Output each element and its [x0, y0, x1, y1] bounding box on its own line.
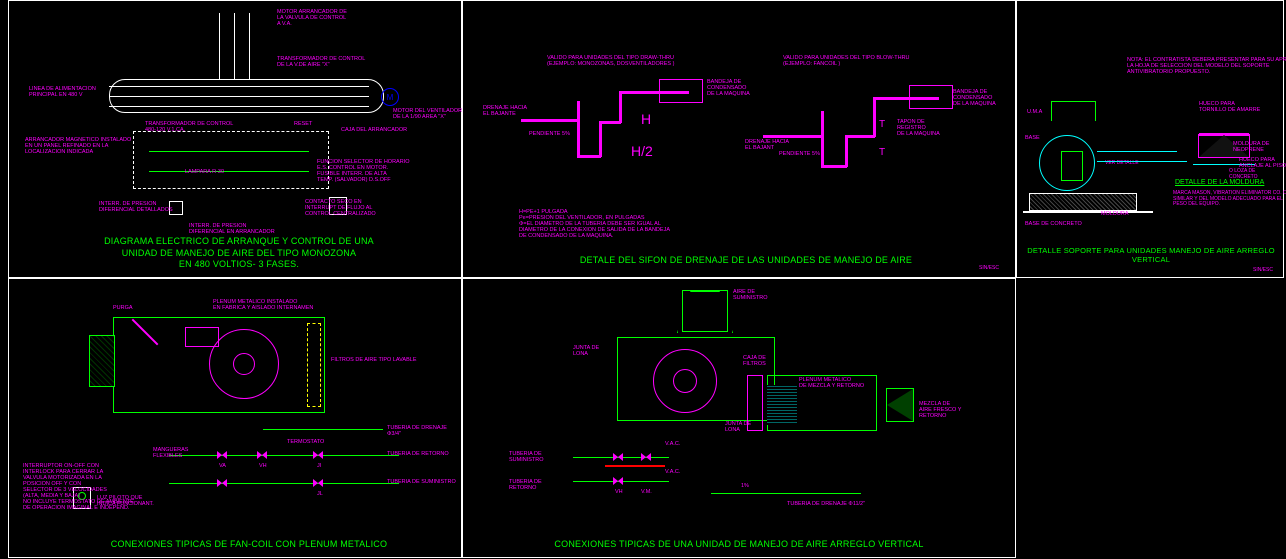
- p5-a4: JUNTA DE LONA: [725, 421, 751, 433]
- p1-a1: MOTOR ARRANCADOR DE LA VALVULA DE CONTRO…: [277, 9, 347, 27]
- p5-a2: JUNTA DE LONA: [573, 345, 599, 357]
- p3-a5: MOLDURA DE NEOPRENE: [1233, 141, 1283, 153]
- concrete-base: [1029, 193, 1137, 211]
- p3-a8: BASE DE CONCRETO: [1025, 221, 1082, 227]
- p2-a5: BANDEJA DE CONDENSADO DE LA MAQUINA: [707, 79, 750, 97]
- p4-a6: TERMOSTATO: [287, 439, 324, 445]
- panel2-title: DETALE DEL SIFON DE DRENAJE DE LAS UNIDA…: [511, 255, 981, 267]
- p3-a4: HUECO PARA TORNILLO DE AMARRE: [1199, 101, 1260, 113]
- p2-h2: H/2: [631, 143, 653, 159]
- p4-a3: FILTROS DE AIRE TIPO LAVABLE: [331, 357, 416, 363]
- p1-a13: INTERR. DE PRESION DIFERENCIAL EN ARRANC…: [189, 223, 275, 235]
- panel1-title-l1: DIAGRAMA ELECTRICO DE ARRANQUE Y CONTROL…: [104, 236, 374, 246]
- p5-a6: MEZCLA DE AIRE FRESCO Y RETORNO: [919, 401, 961, 419]
- p5-a7: V.A.C.: [665, 441, 680, 447]
- p4-a4: TUBERIA DE DRENAJE Φ3/4": [387, 425, 461, 437]
- panel3-scale: SIN/ESC: [1253, 267, 1273, 273]
- p1-a2: TRANSFORMADOR DE CONTROL DE LA V.DE AIRE…: [277, 56, 365, 68]
- p4-a11: TUBERIA DE RETORNO: [387, 451, 449, 457]
- panel3-title: DETALLE SOPORTE PARA UNIDADES MANEJO DE …: [1021, 246, 1281, 266]
- p4-a2: PLENUM METALICO INSTALADO EN FABRICA Y A…: [213, 299, 313, 311]
- p4-a9: JI: [317, 463, 321, 469]
- p2-a7: DRENAJE HACIA EL BAJANT: [745, 139, 789, 151]
- p2-a2: VALIDO PARA UNIDADES DEL TIPO BLOW-THRU …: [783, 55, 910, 67]
- panel-empty: [1016, 278, 1284, 558]
- p5-a12: TUBERIA DE RETORNO: [509, 479, 542, 491]
- p4-a12: TUBERIA DE SUMINISTRO: [387, 479, 456, 485]
- p1-a7: CAJA DEL ARRANCADOR: [341, 127, 407, 133]
- p5-a13: 1%: [741, 483, 749, 489]
- p4-a1: PURGA: [113, 305, 133, 311]
- p5-a11: TUBERIA DE SUMINISTRO: [509, 451, 544, 463]
- p2-a8: PENDIENTE 5%: [779, 151, 820, 157]
- p2-a3: DRENAJE HACIA EL BAJANTE: [483, 105, 527, 117]
- p2-a9: BANDEJA DE CONDENSADO DE LA MAQUINA: [953, 89, 996, 107]
- p5-a8: V.A.C.: [665, 469, 680, 475]
- p5-a1: AIRE DE SUMINISTRO: [733, 289, 768, 301]
- p3-a10: MARCA MASON, VIBRATION ELIMINATOR CO. O …: [1173, 191, 1286, 208]
- p1-a9: LAMPARA R-30: [185, 169, 224, 175]
- p1-a12: CONTACTO SECO EN INTERRUPT DE FLUJO AL C…: [305, 199, 376, 217]
- p1-a10: FUNCION SELECTOR DE HORARIO E.S. CONTROL…: [317, 159, 410, 183]
- p5-a14: TUBERIA DE DRENAJE Φ11/2": [787, 501, 865, 507]
- p1-a8: ARRANCADOR MAGNETICO INSTALADO EN UN PAN…: [25, 137, 131, 155]
- panel1-title-l2: UNIDAD DE MANEJO DE AIRE DEL TIPO MONOZO…: [122, 248, 356, 258]
- p2-a4: PENDIENTE 5%: [529, 131, 570, 137]
- p3-a11: O LOZA DE CONCRETO: [1229, 169, 1283, 180]
- panel-siphon-detail: DETALE DEL SIFON DE DRENAJE DE LAS UNIDA…: [462, 0, 1016, 278]
- panel-electrical-diagram: DIAGRAMA ELECTRICO DE ARRANQUE Y CONTROL…: [8, 0, 462, 278]
- p5-a3: CAJA DE FILTROS: [743, 355, 766, 367]
- p1-a6: RESET: [294, 121, 312, 127]
- p5-a9: VH: [615, 489, 623, 495]
- motor-label: M: [387, 93, 394, 102]
- p2-a6: TAPON DE REGISTRO DE LA MAQUINA: [897, 119, 940, 137]
- p1-a5: TRANSFORMADOR DE CONTROL 480-120 V.1.CA.: [145, 121, 233, 133]
- p2-h: H: [641, 111, 651, 127]
- panel4-title: CONEXIONES TIPICAS DE FAN-COIL CON PLENU…: [99, 539, 399, 551]
- p2-a1: VALIDO PARA UNIDADES DEL TIPO DRAW-THRU …: [547, 55, 674, 67]
- panel-uma-vertical: CONEXIONES TIPICAS DE UNA UNIDAD DE MANE…: [462, 278, 1016, 558]
- motor-symbol: M: [381, 88, 399, 106]
- panel-support-detail: DETALLE SOPORTE PARA UNIDADES MANEJO DE …: [1016, 0, 1284, 278]
- p4-a14: LUZ PILOTO QUE INDICA FUNCIONANT.: [97, 495, 154, 507]
- p4-a10: JL: [317, 491, 323, 497]
- p2-t: T: [879, 119, 885, 130]
- panel5-title: CONEXIONES TIPICAS DE UNA UNIDAD DE MANE…: [519, 539, 959, 551]
- p1-a4: MOTOR DEL VENTILADOR DE LA 1/90 AREA "X": [393, 108, 462, 120]
- filters: [307, 323, 321, 407]
- panel1-title: DIAGRAMA ELECTRICO DE ARRANQUE Y CONTROL…: [69, 236, 409, 271]
- p4-a7: VA: [219, 463, 226, 469]
- p3-a2: U.M.A: [1027, 109, 1042, 115]
- p2-tt: T: [879, 147, 885, 158]
- p3-a3: BASE: [1025, 135, 1040, 141]
- p4-a5: MANGUERAS FLEXIBLES: [153, 447, 188, 459]
- p1-a3: LINEA DE ALIMENTACION PRINCIPAL EN 480 V: [29, 86, 96, 98]
- panel1-title-l3: EN 480 VOLTIOS- 3 FASES.: [179, 259, 299, 269]
- panel2-scale: SIN/ESC: [979, 265, 999, 271]
- panel-fancoil-connections: CONEXIONES TIPICAS DE FAN-COIL CON PLENU…: [8, 278, 462, 558]
- p4-a8: VH: [259, 463, 267, 469]
- p1-a11: INTERR. DE PRESION DIFERENCIAL DETALLADO…: [99, 201, 173, 213]
- p3-a7: MOLDURA: [1101, 211, 1129, 217]
- p3-sub: DETALLE DE LA MOLDURA: [1175, 179, 1264, 186]
- p2-note: H=PE+1 PULGADA Pe=PRESION DEL VENTILADOR…: [519, 209, 670, 239]
- p5-a5: PLENUM METALICO DE MEZCLA Y RETORNO: [799, 377, 864, 389]
- p3-a1: NOTA: EL CONTRATISTA DEBERA PRESENTAR PA…: [1127, 57, 1286, 75]
- p5-a10: V.M.: [641, 489, 652, 495]
